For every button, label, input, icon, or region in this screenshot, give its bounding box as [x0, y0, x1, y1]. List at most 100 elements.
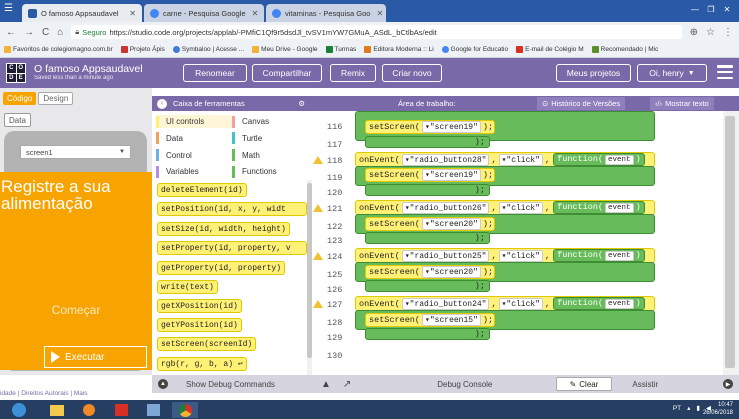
workspace-scrollbar-thumb[interactable] [725, 116, 735, 368]
code-org-logo[interactable]: C O D E [6, 63, 26, 83]
screen-select[interactable]: screen1 ▼ [20, 145, 131, 159]
bookmark-item[interactable]: Meu Drive - Google [252, 46, 318, 53]
function-keyword[interactable]: function(event) [553, 249, 645, 262]
show-debug-commands[interactable]: Show Debug Commands [186, 380, 275, 389]
bookmark-item[interactable]: Favoritos de colegiomagno.com.br [4, 46, 113, 53]
warning-icon[interactable] [313, 156, 323, 164]
footer-links[interactable]: idade | Direitos Autorais | Mais [0, 390, 152, 400]
event-type-string[interactable]: ▾"click" [498, 249, 544, 262]
expand-console-icon[interactable]: ▶ [723, 379, 733, 389]
back-icon[interactable]: ← [6, 27, 16, 38]
event-type-string[interactable]: ▾"click" [498, 201, 544, 214]
browser-tab-active[interactable]: O famoso Appsaudavel ✕ [22, 4, 142, 22]
collapse-icon[interactable]: ‹ [157, 98, 167, 109]
minimize-icon[interactable]: — [687, 3, 703, 15]
set-screen-block[interactable]: setScreen( ▾"screen20"); [365, 265, 495, 279]
block-get-x-position[interactable]: getXPosition(id) [157, 299, 242, 313]
category-data[interactable]: Data [156, 132, 232, 145]
browser-tab[interactable]: vitaminas - Pesquisa Goo ✕ [266, 4, 386, 22]
rename-button[interactable]: Renomear [183, 64, 247, 82]
browser-tab[interactable]: carne - Pesquisa Google ✕ [144, 4, 264, 22]
window-menu-icon[interactable]: ☰ [4, 3, 13, 14]
expand-debug-icon[interactable]: ▲ [158, 379, 168, 389]
design-mode-tab[interactable]: Design [38, 91, 74, 105]
set-screen-block[interactable]: setScreen( ▾"screen19"); [365, 168, 495, 182]
code-mode-tab[interactable]: Código [3, 91, 37, 105]
category-control[interactable]: Control [156, 149, 232, 162]
url-field[interactable]: 🔒︎ Seguro https://studio.code.org/projec… [71, 25, 682, 39]
app-icon[interactable] [108, 402, 134, 418]
screen-id-string[interactable]: ▾"screen20" [422, 218, 481, 230]
screen-id-string[interactable]: ▾"screen19" [422, 121, 481, 133]
bookmark-star-icon[interactable]: ☆ [706, 27, 715, 38]
share-button[interactable]: Compartilhar [252, 64, 322, 82]
warning-icon[interactable] [313, 204, 323, 212]
language-indicator[interactable]: PT [673, 405, 681, 412]
close-window-icon[interactable]: ✕ [719, 3, 735, 15]
gear-icon[interactable]: ⚙ [298, 99, 305, 108]
forward-icon[interactable]: → [24, 27, 34, 38]
step-icon[interactable]: ↗ [343, 379, 351, 390]
start-menu-icon[interactable] [6, 402, 32, 418]
mouse-pointer-icon[interactable]: ▲ [321, 379, 331, 390]
warning-icon[interactable] [313, 300, 323, 308]
set-screen-block[interactable]: setScreen( ▾"screen15"); [365, 313, 495, 327]
screen-id-string[interactable]: ▾"screen20" [422, 266, 481, 278]
block-set-screen[interactable]: setScreen(screenId) [157, 337, 257, 351]
bookmark-item[interactable]: Symbaloo | Acesse ... [172, 46, 244, 53]
block-set-size[interactable]: setSize(id, width, height) [157, 222, 290, 236]
more-icon[interactable]: ⋮ [723, 27, 733, 38]
block-get-y-position[interactable]: getYPosition(id) [157, 318, 242, 332]
run-button[interactable]: Executar [44, 346, 147, 368]
event-type-string[interactable]: ▾"click" [498, 297, 544, 310]
block-delete-element[interactable]: deleteElement(id) [157, 183, 247, 197]
set-screen-block[interactable]: setScreen( ▾"screen20"); [365, 217, 495, 231]
data-tab[interactable]: Data [4, 113, 31, 127]
system-clock[interactable]: 10:47 26/06/2018 [703, 401, 733, 417]
button-id-string[interactable]: ▾"radio_button28" [401, 153, 490, 166]
function-keyword[interactable]: function(event) [553, 297, 645, 310]
clear-button[interactable]: ✎ Clear [556, 377, 612, 391]
close-tab-icon[interactable]: ✕ [123, 9, 136, 18]
function-keyword[interactable]: function(event) [553, 201, 645, 214]
bookmark-item[interactable]: Turmas [325, 46, 356, 53]
screen-id-string[interactable]: ▾"screen19" [422, 169, 481, 181]
bookmark-item[interactable]: Google for Educatio [441, 46, 508, 53]
warning-icon[interactable] [313, 252, 323, 260]
watch-label[interactable]: Assistir [632, 380, 658, 389]
category-math[interactable]: Math [232, 149, 308, 162]
button-id-string[interactable]: ▾"radio_button25" [401, 249, 490, 262]
bookmark-item[interactable]: Editora Moderna :: Li [364, 46, 434, 53]
user-menu-button[interactable]: Oi, henry ▼ [637, 64, 707, 82]
file-explorer-icon[interactable] [44, 402, 70, 418]
on-event-block[interactable]: onEvent( ▾"radio_button25", ▾"click", fu… [355, 248, 655, 263]
category-canvas[interactable]: Canvas [232, 115, 308, 128]
block-set-position[interactable]: setPosition(id, x, y, widt [157, 202, 307, 216]
category-variables[interactable]: Variables [156, 165, 232, 178]
function-keyword[interactable]: function(event) [553, 153, 645, 166]
category-ui-controls[interactable]: UI controls [156, 115, 232, 128]
zoom-icon[interactable]: ⊕ [690, 27, 698, 38]
maximize-icon[interactable]: ❐ [703, 3, 719, 15]
chevron-up-icon[interactable]: ▴ [687, 404, 690, 412]
bookmark-item[interactable]: E-mail de Colégio M [516, 46, 584, 53]
on-event-block[interactable]: onEvent( ▾"radio_button28", ▾"click", fu… [355, 152, 655, 167]
my-projects-button[interactable]: Meus projetos [556, 64, 631, 82]
button-id-string[interactable]: ▾"radio_button24" [401, 297, 490, 310]
network-icon[interactable]: ▮ [696, 404, 700, 412]
category-functions[interactable]: Functions [232, 165, 308, 178]
hamburger-menu-icon[interactable] [717, 65, 733, 79]
remix-button[interactable]: Remix [330, 64, 376, 82]
chrome-icon[interactable] [172, 402, 198, 418]
bookmark-item[interactable]: Projeto Ápis [120, 46, 165, 53]
start-label[interactable]: Começar [0, 303, 152, 317]
block-set-property[interactable]: setProperty(id, property, v [157, 241, 307, 255]
version-history-button[interactable]: ⊙ Histórico de Versões [537, 97, 626, 110]
block-write[interactable]: write(text) [157, 280, 218, 294]
event-type-string[interactable]: ▾"click" [498, 153, 544, 166]
set-screen-block[interactable]: setScreen( ▾"screen19"); [365, 120, 495, 134]
reload-icon[interactable]: C [42, 27, 49, 38]
show-text-button[interactable]: ‹/› Mostrar texto [650, 97, 714, 110]
close-tab-icon[interactable]: ✕ [246, 9, 259, 18]
media-player-icon[interactable] [76, 402, 102, 418]
